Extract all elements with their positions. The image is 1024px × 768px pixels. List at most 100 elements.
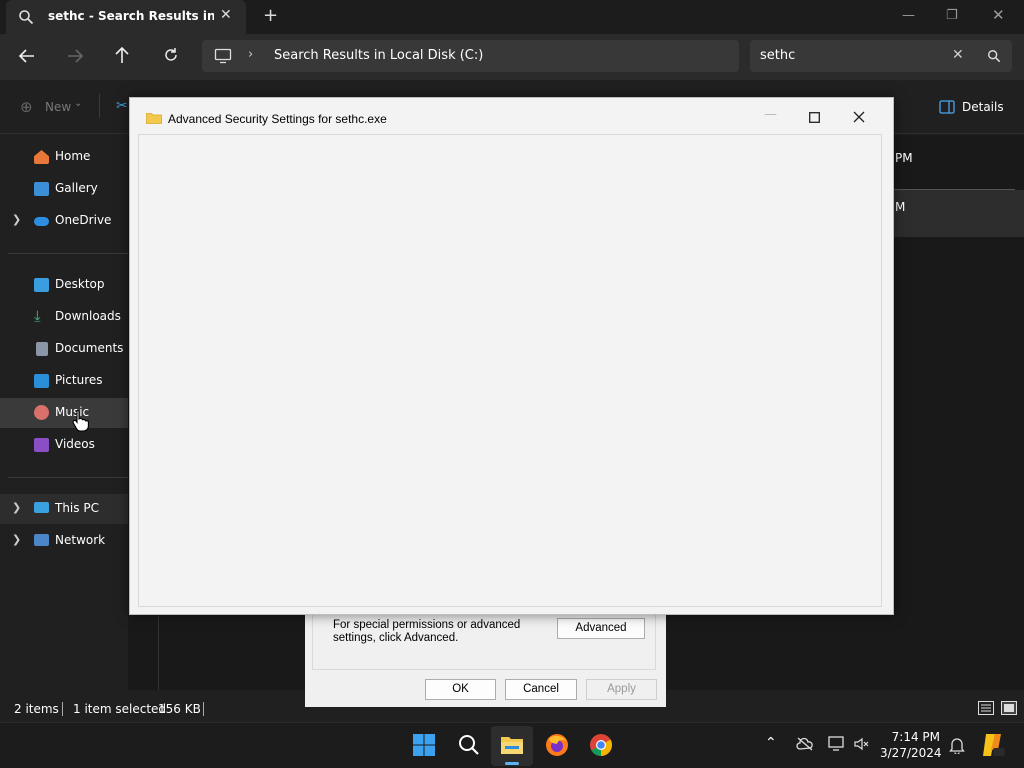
file-date-partial: PM bbox=[895, 151, 913, 165]
item-count: 2 items bbox=[14, 702, 59, 716]
sidebar: Home Gallery ❯ OneDrive Desktop ⤓ Downlo… bbox=[0, 135, 128, 690]
search-icon[interactable] bbox=[987, 49, 1001, 63]
search-box[interactable]: sethc ✕ bbox=[750, 40, 1012, 72]
windows-start-icon[interactable] bbox=[412, 733, 436, 757]
file-explorer-icon bbox=[500, 734, 524, 756]
notification-bell-icon[interactable] bbox=[949, 736, 965, 754]
minimize-icon[interactable]: — bbox=[902, 8, 915, 23]
restore-icon[interactable]: ❐ bbox=[946, 8, 958, 23]
details-button[interactable]: Details bbox=[962, 100, 1004, 114]
sidebar-item-gallery[interactable]: Gallery bbox=[0, 174, 128, 204]
advanced-security-dialog: Advanced Security Settings for sethc.exe… bbox=[129, 97, 894, 615]
document-icon bbox=[36, 342, 48, 356]
minimize-icon[interactable]: — bbox=[764, 107, 777, 122]
dialog-content-area bbox=[138, 134, 882, 607]
sidebar-item-label: Documents bbox=[55, 341, 124, 355]
search-icon[interactable] bbox=[457, 733, 481, 757]
taskbar-explorer-button[interactable] bbox=[491, 726, 533, 766]
new-tab-icon[interactable]: + bbox=[263, 5, 278, 26]
chevron-down-icon: ⌄ bbox=[74, 98, 83, 109]
chevron-right-icon[interactable]: ❯ bbox=[12, 501, 21, 514]
sidebar-item-onedrive[interactable]: ❯ OneDrive bbox=[0, 206, 128, 236]
forward-icon[interactable] bbox=[66, 48, 84, 64]
sidebar-item-pictures[interactable]: Pictures bbox=[0, 366, 128, 396]
cancel-button[interactable]: Cancel bbox=[505, 679, 577, 700]
back-icon[interactable] bbox=[18, 48, 36, 64]
sidebar-item-label: Gallery bbox=[55, 181, 98, 195]
sidebar-item-downloads[interactable]: ⤓ Downloads bbox=[0, 302, 128, 332]
up-icon[interactable] bbox=[114, 46, 130, 64]
chevron-up-icon[interactable]: ⌃ bbox=[765, 735, 777, 751]
chevron-right-icon[interactable]: › bbox=[248, 47, 253, 62]
copilot-icon[interactable] bbox=[980, 732, 1006, 758]
cut-icon[interactable]: ✂ bbox=[116, 98, 128, 114]
sidebar-item-music[interactable]: Music bbox=[0, 398, 128, 428]
sidebar-item-documents[interactable]: Documents bbox=[0, 334, 128, 364]
selection-status: 1 item selected bbox=[73, 702, 167, 716]
sidebar-item-label: Pictures bbox=[55, 373, 103, 387]
sidebar-item-home[interactable]: Home bbox=[0, 142, 128, 172]
list-view-icon[interactable] bbox=[978, 701, 994, 715]
properties-dialog: For special permissions or advanced sett… bbox=[305, 614, 666, 707]
speaker-muted-icon[interactable] bbox=[854, 737, 870, 751]
gallery-icon bbox=[34, 182, 49, 196]
tiles-view-icon[interactable] bbox=[1001, 701, 1017, 715]
status-divider bbox=[62, 702, 63, 716]
pictures-icon bbox=[34, 374, 49, 388]
sidebar-item-label: Home bbox=[55, 149, 91, 163]
maximize-icon[interactable] bbox=[809, 112, 820, 123]
videos-icon bbox=[34, 438, 49, 452]
browser-tab[interactable]: sethc - Search Results in System ✕ bbox=[6, 0, 246, 34]
sidebar-item-videos[interactable]: Videos bbox=[0, 430, 128, 460]
sidebar-divider bbox=[8, 253, 128, 254]
new-button[interactable]: New bbox=[45, 100, 71, 114]
dialog-title: Advanced Security Settings for sethc.exe bbox=[168, 112, 387, 126]
sidebar-item-label: OneDrive bbox=[55, 213, 112, 227]
address-bar[interactable]: › Search Results in Local Disk (C:) bbox=[202, 40, 739, 72]
clear-search-icon[interactable]: ✕ bbox=[952, 47, 964, 63]
new-icon[interactable]: ⊕ bbox=[20, 98, 33, 116]
divider bbox=[99, 94, 100, 118]
table-row-selected[interactable]: M bbox=[893, 190, 1024, 237]
folder-icon bbox=[146, 111, 162, 124]
ok-button[interactable]: OK bbox=[425, 679, 496, 700]
advanced-button[interactable]: Advanced bbox=[557, 618, 645, 639]
apply-button[interactable]: Apply bbox=[586, 679, 657, 700]
onedrive-offline-icon[interactable] bbox=[796, 737, 814, 751]
status-divider bbox=[203, 702, 204, 716]
sidebar-item-label: Downloads bbox=[55, 309, 121, 323]
chrome-icon[interactable] bbox=[589, 733, 613, 757]
display-icon[interactable] bbox=[828, 736, 846, 752]
music-icon bbox=[34, 405, 49, 420]
chevron-right-icon[interactable]: ❯ bbox=[12, 213, 21, 226]
search-input[interactable]: sethc bbox=[760, 48, 795, 63]
refresh-icon[interactable] bbox=[163, 47, 179, 63]
cloud-icon bbox=[34, 217, 49, 226]
close-window-icon[interactable]: ✕ bbox=[992, 6, 1005, 24]
sidebar-item-label: Videos bbox=[55, 437, 95, 451]
search-icon bbox=[18, 9, 34, 25]
computer-icon bbox=[214, 48, 232, 64]
hand-cursor-icon bbox=[72, 408, 90, 432]
close-icon[interactable] bbox=[853, 111, 865, 123]
address-path: Search Results in Local Disk (C:) bbox=[274, 48, 484, 63]
sidebar-item-label: Desktop bbox=[55, 277, 105, 291]
title-bar: sethc - Search Results in System ✕ + — ❐… bbox=[0, 0, 1024, 34]
sidebar-item-network[interactable]: ❯ Network bbox=[0, 526, 128, 556]
selection-size: 156 KB bbox=[158, 702, 201, 716]
home-icon bbox=[34, 150, 49, 164]
computer-icon bbox=[34, 502, 49, 513]
navigation-bar: › Search Results in Local Disk (C:) seth… bbox=[0, 34, 1024, 80]
network-icon bbox=[34, 534, 49, 546]
clock-time[interactable]: 7:14 PM bbox=[890, 730, 940, 744]
sidebar-item-this-pc[interactable]: ❯ This PC bbox=[0, 494, 128, 524]
close-tab-icon[interactable]: ✕ bbox=[220, 7, 232, 23]
details-pane-icon[interactable] bbox=[939, 100, 955, 114]
chevron-right-icon[interactable]: ❯ bbox=[12, 533, 21, 546]
sidebar-item-label: This PC bbox=[55, 501, 99, 515]
clock-date[interactable]: 3/27/2024 bbox=[880, 746, 942, 760]
tab-title: sethc - Search Results in System bbox=[48, 9, 214, 23]
sidebar-item-desktop[interactable]: Desktop bbox=[0, 270, 128, 300]
firefox-icon[interactable] bbox=[545, 733, 569, 757]
taskbar: ⌃ 7:14 PM 3/27/2024 bbox=[0, 722, 1024, 768]
